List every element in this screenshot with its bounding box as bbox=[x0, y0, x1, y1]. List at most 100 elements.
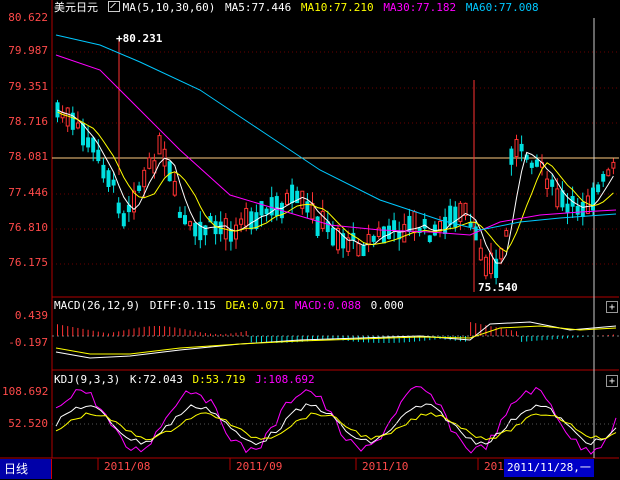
candle-body bbox=[468, 221, 473, 227]
candle-body bbox=[509, 148, 514, 165]
candle-body bbox=[606, 169, 611, 177]
candle-body bbox=[285, 192, 289, 206]
y-tick-label: 80.622 bbox=[8, 11, 48, 24]
candle-body bbox=[596, 184, 601, 193]
candle-body bbox=[330, 227, 335, 246]
candle-body bbox=[121, 213, 126, 227]
kdj-panel-plus-button[interactable]: + bbox=[606, 375, 618, 387]
candle-body bbox=[361, 244, 366, 257]
ma30-value: MA30:77.182 bbox=[383, 1, 457, 14]
candle-body bbox=[228, 229, 233, 242]
candle-body bbox=[550, 179, 555, 187]
candle-body bbox=[274, 196, 279, 217]
candle-body bbox=[91, 137, 96, 153]
candle-body bbox=[300, 190, 305, 209]
candle-body bbox=[81, 123, 85, 146]
macd-params[interactable]: MACD(26,12,9) bbox=[54, 299, 140, 312]
candle-body bbox=[137, 185, 142, 191]
stock-chart-window[interactable]: 美元日元 MA(5,10,30,60) MA5:77.446 MA10:77.2… bbox=[0, 0, 620, 480]
candle-body bbox=[106, 170, 111, 187]
candle-body bbox=[325, 221, 330, 233]
candle-body bbox=[116, 202, 121, 214]
candle-body bbox=[514, 139, 519, 158]
ma30-line bbox=[55, 54, 617, 236]
candle-body bbox=[142, 169, 147, 188]
kdj-legend: KDJ(9,3,3) K:72.043 D:53.719 J:108.692 bbox=[54, 374, 318, 386]
candle-body bbox=[188, 221, 193, 227]
macd-macd-value: MACD:0.088 bbox=[294, 299, 362, 312]
candle-body bbox=[55, 102, 60, 118]
x-tick-label: 2011/08 bbox=[104, 460, 151, 473]
candle-body bbox=[575, 205, 580, 215]
x-tick-label: 201 bbox=[484, 460, 504, 473]
candle-body bbox=[504, 230, 509, 237]
candle-body bbox=[443, 216, 448, 235]
candle-body bbox=[601, 173, 606, 182]
candle-body bbox=[529, 162, 534, 168]
kdj-params[interactable]: KDJ(9,3,3) bbox=[54, 373, 120, 386]
macd-legend: MACD(26,12,9) DIFF:0.115 DEA:0.071 MACD:… bbox=[54, 300, 407, 312]
candle-body bbox=[483, 256, 488, 277]
y-tick-label: 76.810 bbox=[8, 221, 48, 234]
candle-body bbox=[172, 180, 177, 196]
candle-body bbox=[249, 211, 254, 230]
low-price-value: 75.540 bbox=[478, 281, 518, 294]
candle-body bbox=[448, 205, 453, 225]
kdj-j-value: J:108.692 bbox=[255, 373, 315, 386]
candle-body bbox=[167, 161, 172, 182]
ma-params[interactable]: MA(5,10,30,60) bbox=[123, 1, 216, 14]
candle-body bbox=[290, 184, 295, 204]
y-tick-label: 76.175 bbox=[8, 256, 48, 269]
candle-body bbox=[234, 224, 238, 240]
x-tick-label: 2011/10 bbox=[362, 460, 409, 473]
candle-body bbox=[183, 215, 187, 225]
candle-body bbox=[591, 187, 595, 211]
candle-body bbox=[356, 243, 361, 257]
candle-body bbox=[239, 218, 244, 225]
candle-body bbox=[264, 208, 269, 215]
candle-body bbox=[86, 137, 91, 148]
candle-body bbox=[193, 222, 198, 237]
candle-body bbox=[305, 201, 310, 213]
kdj-y-tick-label: 108.692 bbox=[2, 385, 49, 398]
macd-panel-plus-button[interactable]: + bbox=[606, 301, 618, 313]
candle-body bbox=[213, 221, 218, 235]
period-tab-daily[interactable]: 日线 bbox=[0, 459, 52, 479]
macd-dea-value: DEA:0.071 bbox=[225, 299, 286, 312]
candle-body bbox=[392, 220, 397, 231]
high-price-annotation: +80.231 bbox=[116, 32, 163, 45]
y-tick-label: 79.987 bbox=[8, 44, 48, 57]
low-price-annotation: 75.540 bbox=[478, 282, 518, 294]
ma60-value: MA60:77.008 bbox=[465, 1, 539, 14]
candle-body bbox=[96, 149, 101, 162]
candle-body bbox=[560, 190, 565, 208]
candle-body bbox=[565, 203, 570, 214]
candle-body bbox=[75, 122, 80, 129]
candle-body bbox=[320, 210, 325, 229]
candle-body bbox=[101, 164, 106, 179]
y-tick-label: 79.351 bbox=[8, 80, 48, 93]
kdj-d-line bbox=[55, 412, 617, 441]
candle-body bbox=[371, 235, 376, 242]
candle-body bbox=[499, 248, 504, 260]
ma10-line bbox=[57, 111, 614, 253]
y-tick-label: 78.716 bbox=[8, 115, 48, 128]
candle-body bbox=[555, 188, 560, 208]
candle-body bbox=[412, 211, 417, 234]
macd-y-tick-label: -0.197 bbox=[8, 336, 48, 349]
candle-body bbox=[427, 235, 432, 243]
candle-body bbox=[478, 247, 483, 261]
indicator-toggle-icon[interactable] bbox=[107, 1, 120, 12]
candle-body bbox=[157, 135, 162, 155]
candle-body bbox=[259, 201, 264, 216]
chart-canvas[interactable] bbox=[0, 0, 620, 480]
kdj-d-value: D:53.719 bbox=[192, 373, 246, 386]
main-legend: 美元日元 MA(5,10,30,60) MA5:77.446 MA10:77.2… bbox=[54, 1, 542, 14]
candle-body bbox=[402, 223, 407, 243]
candle-body bbox=[519, 143, 524, 152]
candle-body bbox=[111, 179, 116, 186]
candle-body bbox=[611, 161, 616, 169]
macd-zero-value: 0.000 bbox=[370, 299, 404, 312]
macd-y-tick-label: 0.439 bbox=[14, 309, 48, 322]
candle-body bbox=[422, 218, 427, 229]
